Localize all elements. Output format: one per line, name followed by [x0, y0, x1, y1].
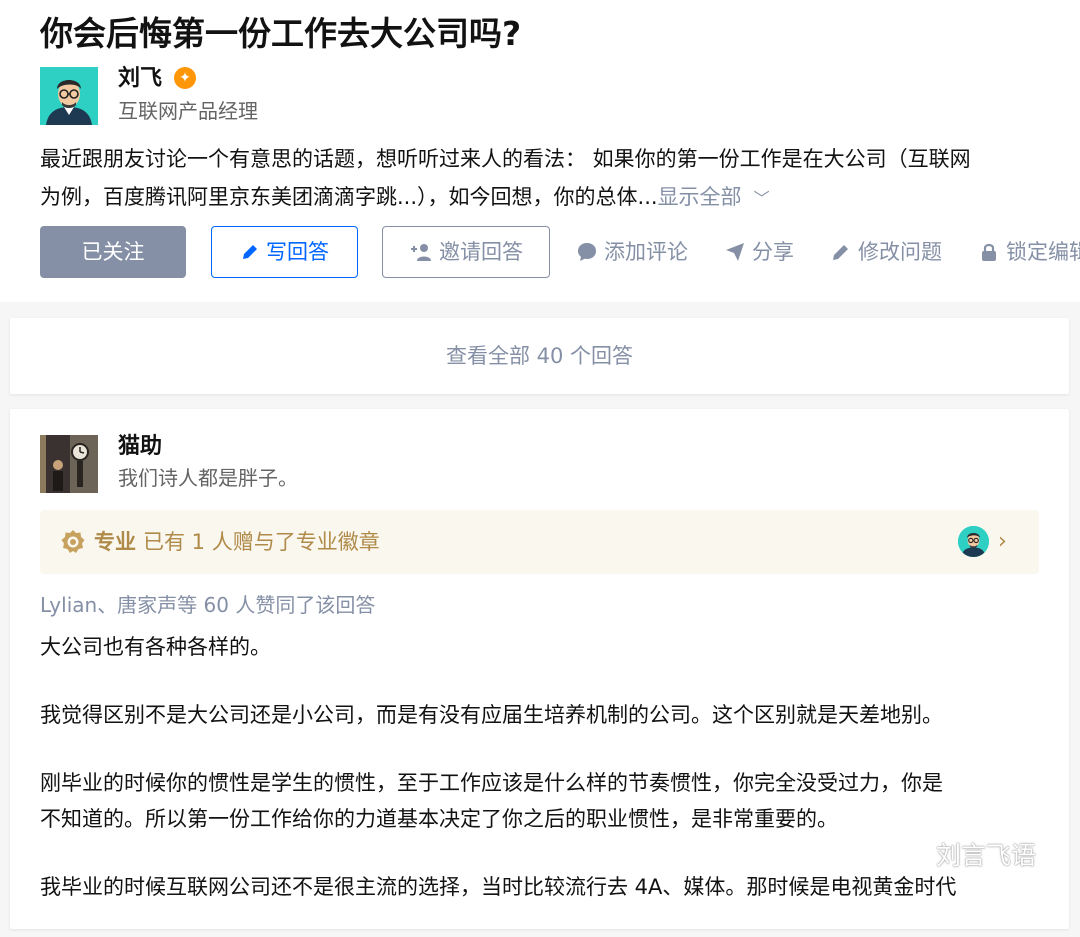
view-all-answers-link[interactable]: 查看全部 40 个回答 [10, 318, 1069, 394]
show-all-label: 显示全部 [657, 185, 742, 209]
pencil-icon [243, 245, 257, 259]
author-bio: 互联网产品经理 [118, 99, 258, 123]
question-detail-line: 为例，百度腾讯阿里京东美团滴滴字跳...），如今回想，你的总体... [40, 185, 658, 209]
question-card: 你会后悔第一份工作去大公司吗? 刘飞 ✦ 互联网产品经理 最近跟朋友讨论一个有意… [0, 0, 1080, 302]
paper-plane-icon [726, 243, 744, 261]
chevron-down-icon: ﹀ [753, 189, 770, 208]
watermark-text: 刘言飞语 [936, 841, 1037, 870]
view-all-answers-card: 查看全部 40 个回答 [10, 318, 1069, 394]
invite-answer-label: 邀请回答 [439, 240, 523, 264]
edit-question-button[interactable]: 修改问题 [830, 235, 942, 269]
comment-icon [578, 243, 596, 261]
followed-label: 已关注 [81, 240, 145, 264]
add-user-icon [411, 244, 431, 261]
write-answer-button[interactable]: 写回答 [211, 226, 358, 278]
lock-edit-button[interactable]: 锁定编辑 [978, 235, 1080, 269]
lock-icon [982, 243, 996, 261]
author-name[interactable]: 刘飞 [118, 63, 162, 95]
author-avatar[interactable] [40, 67, 98, 125]
answer-paragraph: 我觉得区别不是大公司还是小公司，而是有没有应届生培养机制的公司。这个区别就是天差… [40, 703, 943, 727]
answer-paragraph: 大公司也有各种各样的。 [40, 635, 271, 659]
answer-paragraph-line: 不知道的。所以第一份工作给你的力道基本决定了你之后的职业惯性，是非常重要的。 [40, 807, 838, 831]
badge-icon [61, 530, 85, 553]
question-detail: 最近跟朋友讨论一个有意思的话题，想听听过来人的看法： 如果你的第一份工作是在大公… [40, 140, 1060, 218]
answer-content: 大公司也有各种各样的。 我觉得区别不是大公司还是小公司，而是有没有应届生培养机制… [40, 629, 1040, 937]
verified-badge-icon: ✦ [174, 67, 196, 89]
answer-paragraph-line: 刚毕业的时候你的惯性是学生的惯性，至于工作应该是什么样的节奏惯性，你完全没受过力… [40, 771, 943, 795]
pro-badge-bar[interactable]: 专业 已有 1 人赠与了专业徽章 › [40, 510, 1039, 574]
add-comment-label: 添加评论 [604, 240, 688, 264]
voters-summary[interactable]: Lylian、唐家声等 60 人赞同了该回答 [40, 589, 375, 621]
question-title[interactable]: 你会后悔第一份工作去大公司吗? [40, 12, 521, 56]
answer-author-avatar[interactable] [40, 435, 98, 493]
lock-edit-label: 锁定编辑 [1006, 240, 1080, 264]
followed-button[interactable]: 已关注 [40, 226, 186, 278]
show-all-button[interactable]: 显示全部 ﹀ [658, 185, 770, 209]
write-answer-label: 写回答 [266, 240, 329, 264]
question-detail-line: 最近跟朋友讨论一个有意思的话题，想听听过来人的看法： 如果你的第一份工作是在大公… [40, 147, 971, 171]
add-comment-button[interactable]: 添加评论 [576, 235, 688, 269]
edit-question-label: 修改问题 [858, 240, 942, 264]
pro-badge-label: 专业 [94, 530, 136, 554]
watermark: 刘言飞语 [892, 839, 1036, 873]
chevron-right-icon[interactable]: › [998, 526, 1007, 558]
pro-badge-text: 已有 1 人赠与了专业徽章 [143, 530, 380, 554]
giver-avatar[interactable] [958, 526, 989, 557]
invite-answer-button[interactable]: 邀请回答 [382, 226, 550, 278]
wechat-icon [893, 841, 929, 869]
share-label: 分享 [752, 240, 794, 264]
answer-author-name[interactable]: 猫助 [118, 431, 162, 463]
answer-author-bio: 我们诗人都是胖子。 [118, 466, 298, 490]
pencil-icon [833, 245, 848, 260]
answer-paragraph: 我毕业的时候互联网公司还不是很主流的选择，当时比较流行去 4A、媒体。那时候是电… [40, 875, 957, 899]
share-button[interactable]: 分享 [724, 235, 794, 269]
